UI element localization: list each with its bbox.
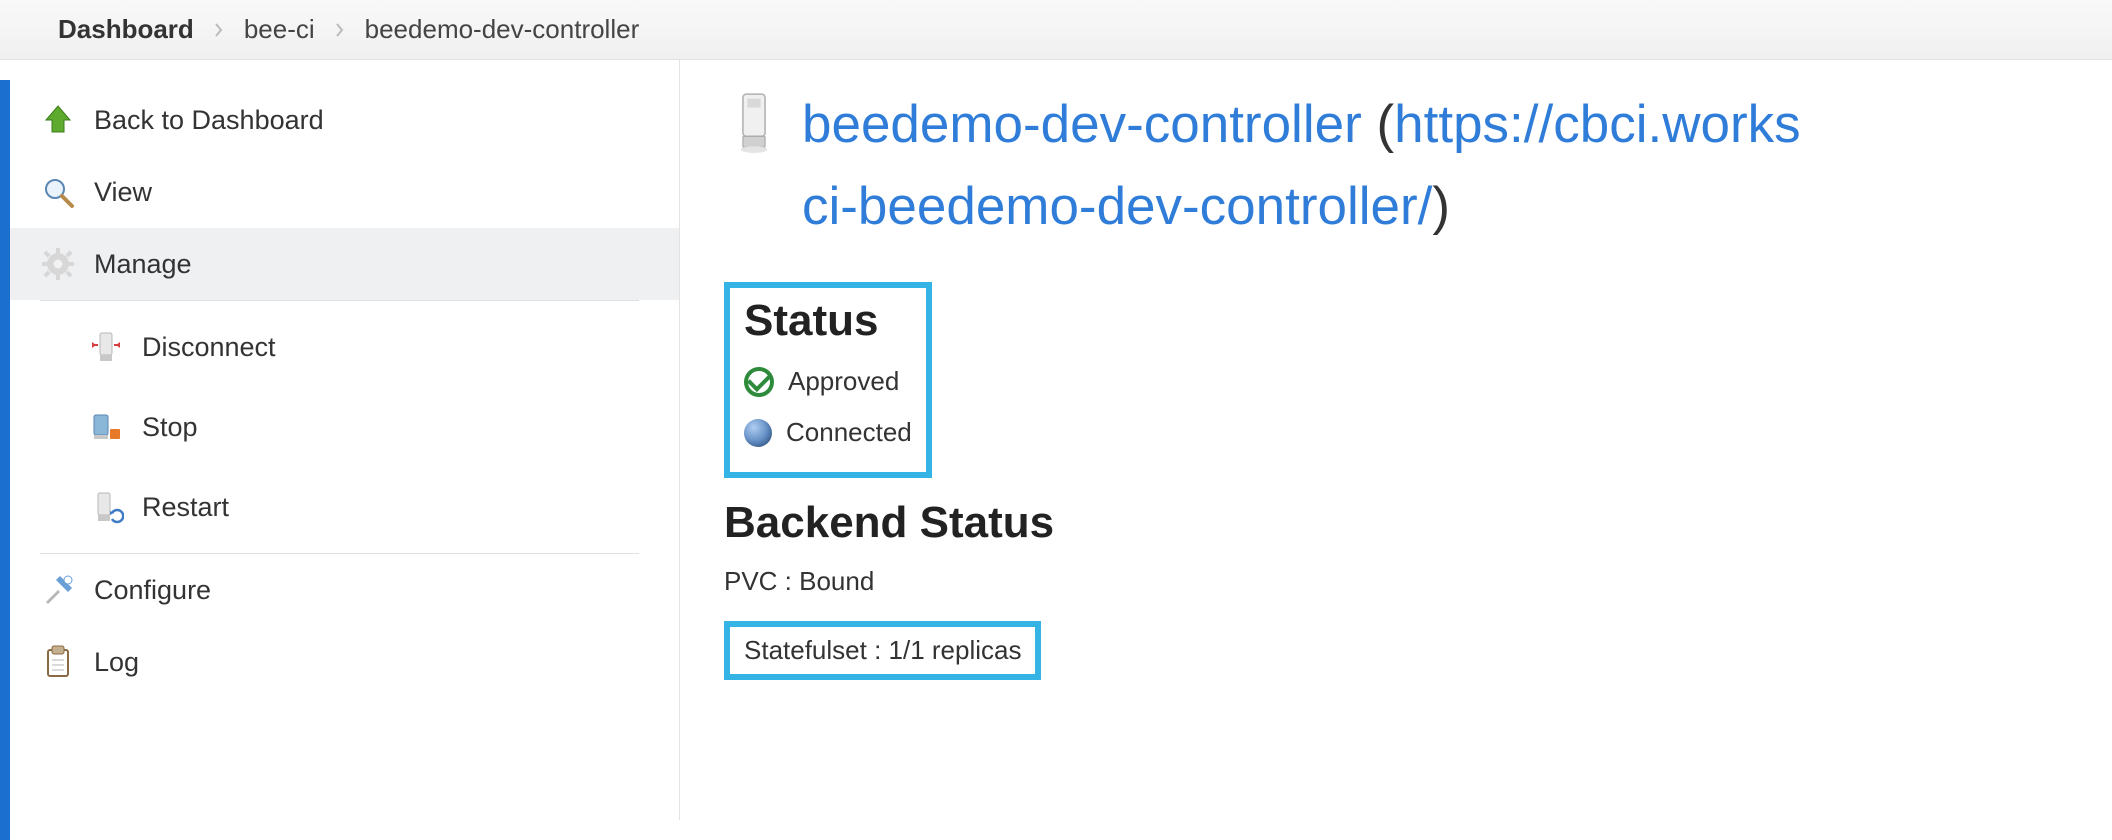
title-name-link[interactable]: beedemo-dev-controller xyxy=(802,95,1362,154)
status-approved-label: Approved xyxy=(788,366,899,397)
server-restart-icon xyxy=(88,489,124,525)
blue-ball-icon xyxy=(744,419,772,447)
server-icon xyxy=(724,92,784,154)
sidebar-item-label: Manage xyxy=(94,249,192,280)
gear-icon xyxy=(40,246,76,282)
breadcrumb-dashboard[interactable]: Dashboard xyxy=(58,14,194,45)
sidebar-item-label: Back to Dashboard xyxy=(94,105,324,136)
tools-icon xyxy=(40,572,76,608)
sidebar-item-stop[interactable]: Stop xyxy=(40,387,639,467)
sidebar-item-disconnect[interactable]: Disconnect xyxy=(40,307,639,387)
server-stop-icon xyxy=(88,409,124,445)
check-circle-icon xyxy=(744,367,774,397)
statefulset-highlight-box: Statefulset : 1/1 replicas xyxy=(724,621,1041,680)
breadcrumb-bee-ci[interactable]: bee-ci xyxy=(244,14,315,45)
chevron-right-icon xyxy=(335,14,345,45)
sidebar-item-label: Restart xyxy=(142,492,229,523)
sidebar-item-label: Configure xyxy=(94,575,211,606)
server-disconnect-icon xyxy=(88,329,124,365)
backend-statefulset-line: Statefulset : 1/1 replicas xyxy=(744,635,1021,665)
sidebar-item-log[interactable]: Log xyxy=(0,626,679,698)
status-heading: Status xyxy=(744,296,912,346)
magnifier-icon xyxy=(40,174,76,210)
sidebar-item-label: View xyxy=(94,177,152,208)
breadcrumb: Dashboard bee-ci beedemo-dev-controller xyxy=(0,0,2112,60)
chevron-right-icon xyxy=(214,14,224,45)
clipboard-icon xyxy=(40,644,76,680)
sidebar-item-label: Disconnect xyxy=(142,332,276,363)
status-connected-row: Connected xyxy=(744,407,912,458)
backend-heading: Backend Status xyxy=(724,498,2112,548)
status-highlight-box: Status Approved Connected xyxy=(724,282,932,478)
sidebar-item-label: Stop xyxy=(142,412,198,443)
sidebar-item-restart[interactable]: Restart xyxy=(40,467,639,547)
status-approved-row: Approved xyxy=(744,356,912,407)
sidebar-item-back[interactable]: Back to Dashboard xyxy=(0,84,679,156)
backend-pvc-line: PVC : Bound xyxy=(724,566,874,597)
page-title-wrap: beedemo-dev-controller (https://cbci.wor… xyxy=(802,84,1801,248)
title-paren-open: ( xyxy=(1376,95,1394,154)
sidebar-item-manage[interactable]: Manage xyxy=(0,228,679,300)
sidebar-item-view[interactable]: View xyxy=(0,156,679,228)
main-content: beedemo-dev-controller (https://cbci.wor… xyxy=(680,60,2112,820)
status-connected-label: Connected xyxy=(786,417,912,448)
breadcrumb-controller[interactable]: beedemo-dev-controller xyxy=(365,14,640,45)
title-url-link[interactable]: https://cbci.works xyxy=(1394,95,1800,154)
sidebar: Back to Dashboard View Manage Disconnect xyxy=(0,60,680,820)
sidebar-item-label: Log xyxy=(94,647,139,678)
title-paren-close: ) xyxy=(1432,177,1450,236)
title-url-line2[interactable]: ci-beedemo-dev-controller/ xyxy=(802,177,1432,236)
up-arrow-icon xyxy=(40,102,76,138)
sidebar-item-configure[interactable]: Configure xyxy=(0,554,679,626)
